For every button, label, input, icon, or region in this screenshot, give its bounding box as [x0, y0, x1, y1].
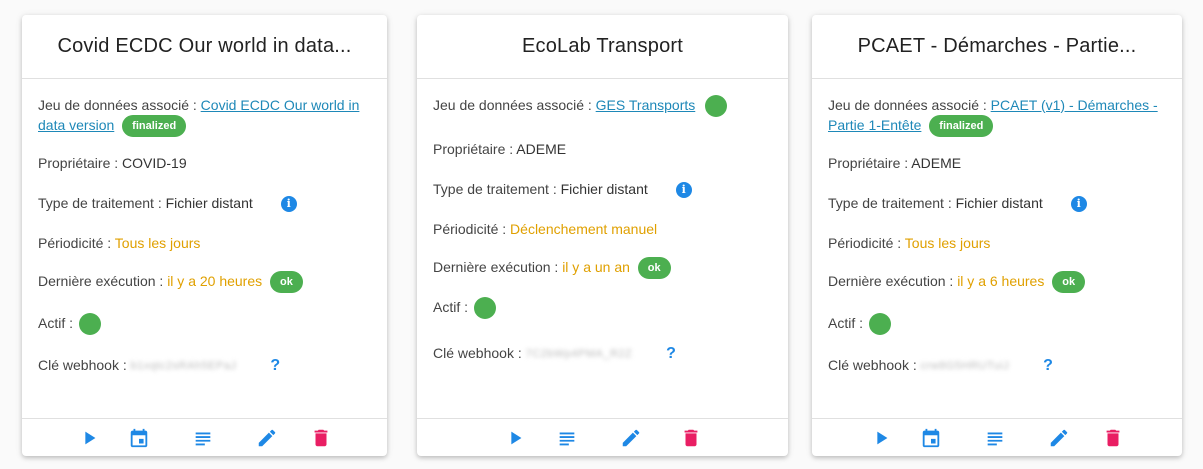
card-title: EcoLab Transport	[417, 15, 788, 79]
card-body: Jeu de données associé : GES Transports …	[417, 79, 788, 383]
card-title: Covid ECDC Our world in data...	[22, 15, 387, 79]
card-title: PCAET - Démarches - Partie...	[812, 15, 1182, 79]
active-status-dot	[78, 313, 101, 336]
info-icon[interactable]: i	[675, 182, 692, 199]
calendar-icon[interactable]	[127, 426, 151, 450]
webhook-label: Clé webhook :	[433, 345, 522, 361]
processing-card-ecolab: EcoLab Transport Jeu de données associé …	[417, 15, 788, 456]
last-run-label: Dernière exécution :	[38, 273, 164, 289]
pencil-icon[interactable]	[255, 426, 279, 450]
active-label: Actif :	[433, 299, 469, 315]
dataset-link[interactable]: GES Transports	[596, 97, 696, 113]
info-icon[interactable]: i	[280, 196, 297, 213]
type-label: Type de traitement :	[433, 181, 557, 197]
owner-row: Propriétaire : ADEME	[828, 149, 1166, 189]
last-run-row: Dernière exécution : il y a 6 heures ok	[828, 269, 1166, 309]
active-label: Actif :	[38, 315, 74, 331]
period-row: Périodicité : Tous les jours	[828, 229, 1166, 269]
trash-icon[interactable]	[309, 426, 333, 450]
help-icon[interactable]: ?	[1043, 356, 1053, 376]
owner-value: ADEME	[516, 141, 567, 157]
play-icon[interactable]	[503, 426, 527, 450]
active-row: Actif :	[828, 309, 1166, 355]
type-row: Type de traitement : Fichier distant i	[433, 177, 772, 217]
dataset-status-dot	[705, 95, 728, 118]
last-run-row: Dernière exécution : il y a un an ok	[433, 257, 772, 297]
last-run-value: il y a 6 heures	[957, 273, 1045, 289]
last-run-status-badge: ok	[637, 257, 671, 280]
webhook-label: Clé webhook :	[828, 357, 917, 373]
list-icon[interactable]	[191, 426, 215, 450]
owner-value: ADEME	[911, 155, 962, 171]
type-value: Fichier distant	[955, 195, 1043, 211]
last-run-label: Dernière exécution :	[828, 273, 954, 289]
webhook-key-value: b1xqtc2sRAh5EPaJ	[130, 360, 237, 373]
webhook-key-value: crw8G5HRUTuiJ	[920, 360, 1010, 373]
last-run-value: il y a un an	[562, 259, 630, 275]
dataset-status-badge: finalized	[122, 115, 187, 138]
last-run-status-badge: ok	[1052, 271, 1086, 294]
last-run-status-badge: ok	[270, 271, 303, 294]
info-icon[interactable]: i	[1070, 196, 1087, 213]
period-label: Périodicité :	[433, 221, 507, 237]
last-run-row: Dernière exécution : il y a 20 heures ok	[38, 269, 371, 309]
type-value: Fichier distant	[165, 195, 253, 211]
card-actions	[812, 418, 1182, 456]
period-label: Périodicité :	[828, 235, 902, 251]
dataset-label: Jeu de données associé :	[828, 97, 987, 113]
active-status-dot	[473, 297, 496, 320]
active-row: Actif :	[38, 309, 371, 355]
calendar-icon[interactable]	[919, 426, 943, 450]
period-row: Périodicité : Tous les jours	[38, 229, 371, 269]
webhook-label: Clé webhook :	[38, 357, 127, 373]
card-body: Jeu de données associé : PCAET (v1) - Dé…	[812, 79, 1182, 395]
type-row: Type de traitement : Fichier distant i	[38, 189, 371, 229]
dataset-row: Jeu de données associé : GES Transports	[433, 93, 772, 137]
period-value: Déclenchement manuel	[510, 221, 658, 237]
owner-row: Propriétaire : ADEME	[433, 137, 772, 177]
owner-label: Propriétaire :	[38, 155, 119, 171]
type-label: Type de traitement :	[38, 195, 162, 211]
type-row: Type de traitement : Fichier distant i	[828, 189, 1166, 229]
pencil-icon[interactable]	[1047, 426, 1071, 450]
list-icon[interactable]	[555, 426, 579, 450]
play-icon[interactable]	[77, 426, 101, 450]
play-icon[interactable]	[869, 426, 893, 450]
owner-row: Propriétaire : COVID-19	[38, 149, 371, 189]
processing-card-pcaet: PCAET - Démarches - Partie... Jeu de don…	[812, 15, 1182, 456]
owner-label: Propriétaire :	[828, 155, 909, 171]
period-label: Périodicité :	[38, 235, 112, 251]
owner-value: COVID-19	[122, 155, 187, 171]
webhook-row: Clé webhook : b1xqtc2sRAh5EPaJ ?	[38, 355, 371, 395]
trash-icon[interactable]	[1101, 426, 1125, 450]
type-label: Type de traitement :	[828, 195, 952, 211]
webhook-row: Clé webhook : crw8G5HRUTuiJ ?	[828, 355, 1166, 395]
owner-label: Propriétaire :	[433, 141, 514, 157]
trash-icon[interactable]	[679, 426, 703, 450]
dataset-row: Jeu de données associé : Covid ECDC Our …	[38, 93, 371, 149]
processing-card-covid: Covid ECDC Our world in data... Jeu de d…	[22, 15, 387, 456]
help-icon[interactable]: ?	[270, 356, 280, 376]
dataset-row: Jeu de données associé : PCAET (v1) - Dé…	[828, 93, 1166, 149]
active-status-dot	[868, 313, 891, 336]
pencil-icon[interactable]	[619, 426, 643, 450]
list-icon[interactable]	[983, 426, 1007, 450]
dataset-label: Jeu de données associé :	[38, 97, 197, 113]
dataset-status-badge: finalized	[929, 115, 994, 138]
period-row: Périodicité : Déclenchement manuel	[433, 217, 772, 257]
card-actions	[417, 418, 788, 456]
help-icon[interactable]: ?	[666, 344, 676, 364]
dataset-label: Jeu de données associé :	[433, 97, 592, 113]
last-run-label: Dernière exécution :	[433, 259, 559, 275]
webhook-key-value: 7C2bWp4PMA_R2Z	[525, 348, 633, 361]
period-value: Tous les jours	[904, 235, 991, 251]
period-value: Tous les jours	[114, 235, 201, 251]
active-label: Actif :	[828, 315, 864, 331]
webhook-row: Clé webhook : 7C2bWp4PMA_R2Z ?	[433, 343, 772, 383]
type-value: Fichier distant	[560, 181, 648, 197]
last-run-value: il y a 20 heures	[167, 273, 263, 289]
card-body: Jeu de données associé : Covid ECDC Our …	[22, 79, 387, 395]
active-row: Actif :	[433, 297, 772, 343]
card-actions	[22, 418, 387, 456]
